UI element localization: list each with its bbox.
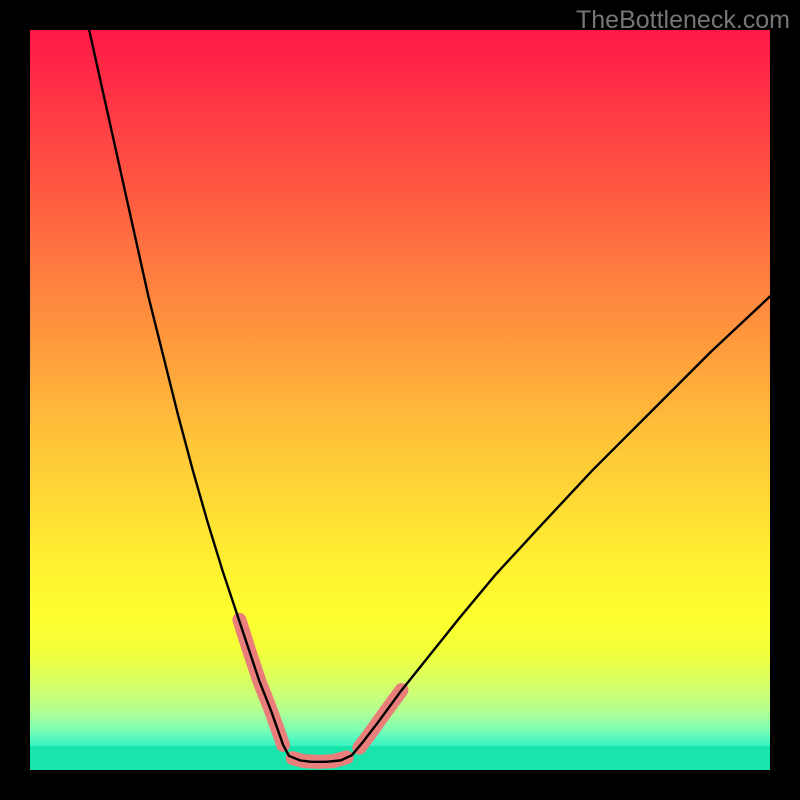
chart-frame: TheBottleneck.com [0,0,800,800]
curve-svg [30,30,770,770]
curve-layer [89,30,770,762]
plot-area [30,30,770,770]
main-curve [89,30,770,762]
